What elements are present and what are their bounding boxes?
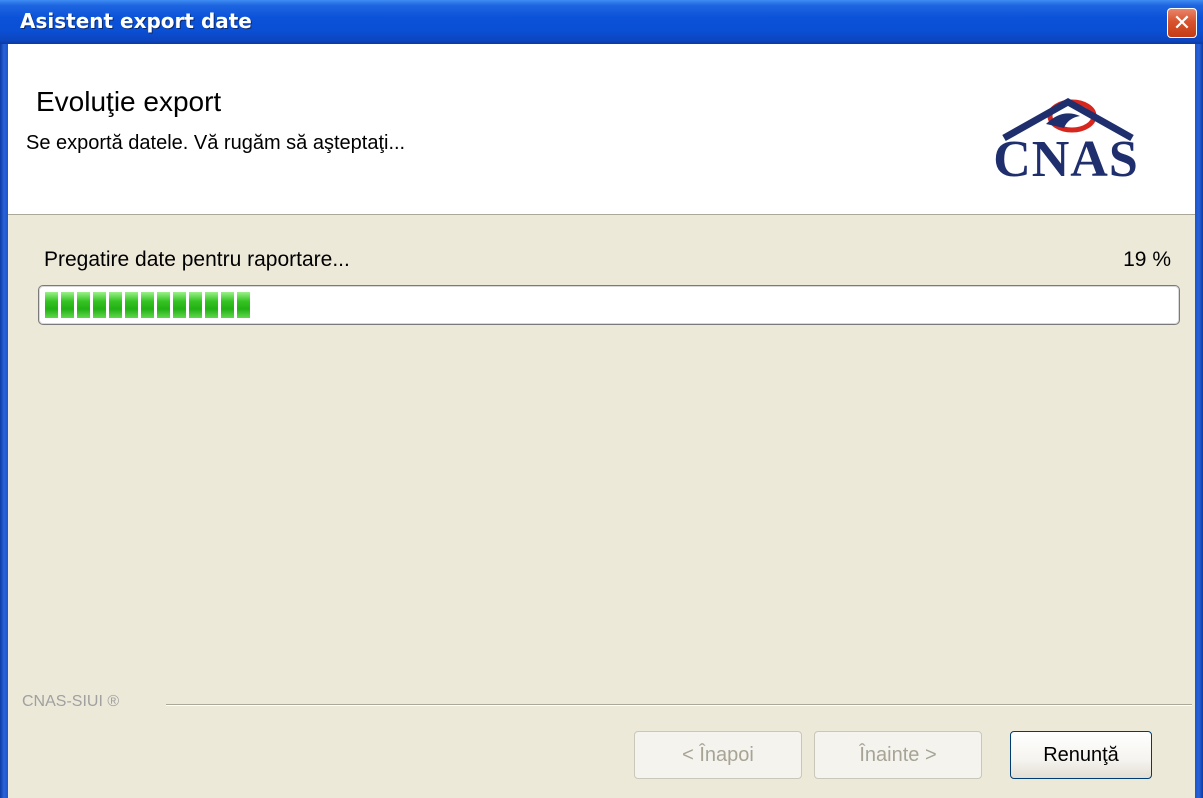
brand-label: CNAS-SIUI ® [22,693,120,710]
footer-divider [166,704,1192,706]
progress-segment [237,292,250,318]
wizard-header: Evoluţie export Se exportă datele. Vă ru… [8,44,1195,215]
progress-segment [141,292,154,318]
window-border-right [1195,44,1203,798]
progress-percent: 19 % [1123,248,1171,271]
title-bar[interactable]: Asistent export date ✕ [0,0,1203,44]
progress-segment [221,292,234,318]
progress-segment [93,292,106,318]
wizard-window: Asistent export date ✕ Evoluţie export S… [0,0,1203,798]
close-icon: ✕ [1172,10,1192,36]
window-border-left [0,44,8,798]
next-button[interactable]: Înainte > [814,731,982,779]
back-button[interactable]: < Înapoi [634,731,802,779]
progress-segment [125,292,138,318]
progress-segment [61,292,74,318]
progress-segment [77,292,90,318]
progress-segment [173,292,186,318]
close-button[interactable]: ✕ [1167,8,1197,38]
progress-bar [38,285,1180,325]
logo-text: CNAS [993,131,1139,188]
progress-status-text: Pregatire date pentru raportare... [44,248,350,271]
window-title: Asistent export date [20,9,252,33]
page-title: Evoluţie export [36,86,222,117]
progress-segment [45,292,58,318]
progress-segment [157,292,170,318]
cnas-logo: CNAS [976,94,1156,188]
page-subtitle: Se exportă datele. Vă rugăm să aşteptaţi… [26,132,406,154]
progress-segment [189,292,202,318]
progress-segment [109,292,122,318]
cancel-button[interactable]: Renunţă [1010,731,1152,779]
progress-segment [205,292,218,318]
progress-bar-fill [45,292,250,318]
